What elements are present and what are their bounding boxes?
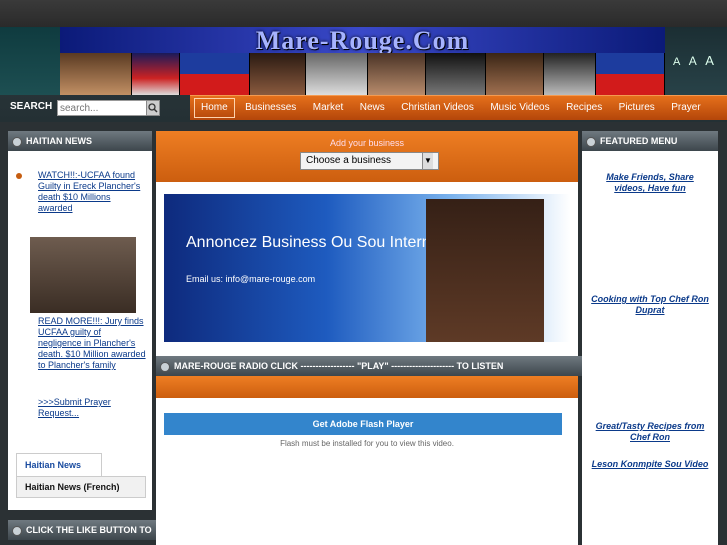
featured-link-recipes[interactable]: Great/Tasty Recipes from Chef Ron	[590, 421, 710, 443]
nav-christian-videos[interactable]: Christian Videos	[395, 97, 480, 119]
like-panel-header: CLICK THE LIKE BUTTON TO	[8, 520, 170, 540]
nav-recipes[interactable]: Recipes	[560, 97, 608, 119]
main-nav: Home Businesses Market News Christian Vi…	[190, 95, 727, 120]
haiti-flag-image-2	[596, 53, 666, 95]
header-photo-strip	[60, 53, 666, 95]
nav-news[interactable]: News	[354, 97, 391, 119]
search-icon	[148, 103, 158, 113]
header-flag-photo	[131, 53, 181, 95]
panel-icon	[12, 526, 22, 536]
haitian-news-header: HAITIAN NEWS	[8, 131, 152, 151]
bullet-icon	[16, 173, 22, 179]
nav-music-videos[interactable]: Music Videos	[484, 97, 555, 119]
tab-haitian-news[interactable]: Haitian News	[16, 453, 102, 476]
banner-title: Annoncez Business Ou Sou Internet	[186, 234, 444, 251]
haiti-flag-image	[180, 53, 250, 95]
logo-banner[interactable]: Mare-Rouge.Com	[60, 27, 665, 54]
header-photo-4	[367, 53, 426, 95]
header-photo-2	[249, 53, 306, 95]
get-flash-button[interactable]: Get Adobe Flash Player	[164, 413, 562, 435]
nav-prayer[interactable]: Prayer	[665, 97, 706, 119]
tab-haitian-news-french[interactable]: Haitian News (French)	[16, 476, 146, 498]
radio-player-strip	[156, 376, 578, 398]
search-label: SEARCH	[10, 101, 53, 112]
featured-link-make-friends[interactable]: Make Friends, Share videos, Have fun	[590, 172, 710, 194]
chevron-down-icon[interactable]: ▼	[422, 153, 433, 169]
news-link-1[interactable]: WATCH!!:-UCFAA found Guilty in Ereck Pla…	[38, 170, 146, 214]
header-photo-1	[60, 53, 132, 95]
business-select[interactable]: Choose a business	[300, 152, 439, 170]
header-photo-3	[305, 53, 368, 95]
header-left-block	[0, 27, 60, 95]
featured-link-leson-konmpite[interactable]: Leson Konmpite Sou Video	[590, 459, 710, 470]
featured-menu-title: FEATURED MENU	[600, 136, 678, 146]
featured-link-cooking[interactable]: Cooking with Top Chef Ron Duprat	[590, 294, 710, 316]
nav-pictures[interactable]: Pictures	[613, 97, 661, 119]
panel-icon	[12, 137, 22, 147]
nav-home[interactable]: Home	[194, 98, 235, 118]
header-photo-5	[425, 53, 486, 95]
font-size-controls: A A A	[665, 27, 727, 95]
advertise-banner[interactable]: Annoncez Business Ou Sou Internet Email …	[164, 194, 570, 342]
header-photo-6	[485, 53, 545, 95]
prayer-request-link[interactable]: >>>Submit Prayer Request...	[38, 397, 146, 419]
panel-icon	[160, 362, 170, 372]
nav-market[interactable]: Market	[307, 97, 350, 119]
haitian-news-title: HAITIAN NEWS	[26, 136, 92, 146]
featured-menu-header: FEATURED MENU	[582, 131, 718, 151]
news-image[interactable]	[30, 237, 136, 313]
font-size-small[interactable]: A	[673, 56, 680, 68]
radio-bar: MARE-ROUGE RADIO CLICK -----------------…	[156, 356, 596, 376]
add-business-label: Add your business	[329, 138, 405, 148]
font-size-medium[interactable]: A	[689, 54, 697, 68]
nav-businesses[interactable]: Businesses	[239, 97, 302, 119]
search-input[interactable]	[57, 100, 151, 116]
flash-note: Flash must be installed for you to view …	[280, 439, 454, 448]
radio-bar-text: MARE-ROUGE RADIO CLICK -----------------…	[174, 361, 504, 371]
panel-icon	[586, 137, 596, 147]
header-photo-7	[544, 53, 597, 95]
news-link-2[interactable]: READ MORE!!!: Jury finds UCFAA guilty of…	[38, 316, 146, 371]
top-bar	[0, 0, 727, 27]
site-logo[interactable]: Mare-Rouge.Com	[60, 27, 665, 54]
search-button[interactable]	[146, 100, 160, 116]
font-size-large[interactable]: A	[705, 53, 714, 68]
like-panel-title: CLICK THE LIKE BUTTON TO	[26, 525, 152, 535]
banner-email: Email us: info@mare-rouge.com	[186, 274, 316, 284]
banner-person-image	[426, 199, 544, 342]
